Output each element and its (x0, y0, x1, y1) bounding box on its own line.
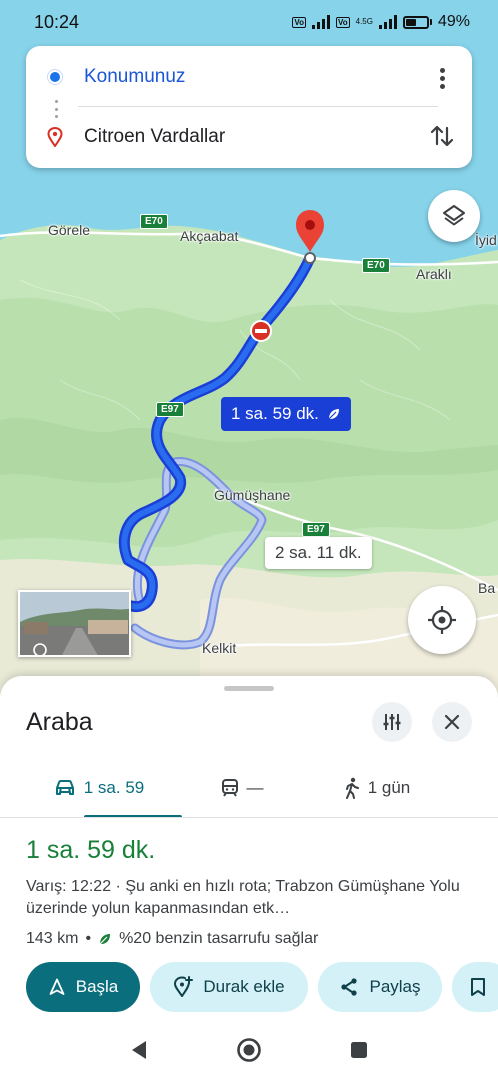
place-label[interactable]: İyid (475, 232, 497, 248)
car-icon (55, 780, 74, 795)
share-icon (341, 978, 358, 996)
place-label[interactable]: Görele (48, 222, 90, 238)
action-chips: Başla Durak ekle Paylaş (26, 962, 498, 1012)
alternate-route-label[interactable]: 2 sa. 11 dk. (265, 537, 372, 569)
back-button[interactable] (124, 1035, 154, 1065)
more-options-button[interactable] (430, 66, 454, 90)
back-triangle-icon (132, 1041, 146, 1059)
layers-button[interactable] (428, 190, 480, 242)
my-location-button[interactable] (408, 586, 476, 654)
street-view-thumbnail[interactable] (18, 590, 131, 657)
volte-icon: Vo (292, 16, 306, 28)
tab-walk-label: 1 gün (367, 778, 411, 797)
save-button[interactable] (452, 962, 498, 1012)
share-label: Paylaş (369, 977, 421, 996)
sheet-title: Araba (26, 708, 93, 736)
road-closure-icon (250, 320, 272, 342)
tab-drive-label: 1 sa. 59 (83, 778, 145, 797)
add-location-icon (174, 976, 194, 997)
train-icon (221, 779, 238, 797)
start-button[interactable]: Başla (26, 962, 140, 1012)
place-label[interactable]: Kelkit (202, 640, 236, 656)
home-button[interactable] (234, 1035, 264, 1065)
distance-row: 143 km • %20 benzin tasarrufu sağlar (26, 930, 318, 948)
directions-card: Konumunuz Citroen Vardallar (26, 46, 472, 168)
place-label[interactable]: Araklı (416, 266, 452, 282)
recents-square-icon (351, 1042, 367, 1058)
walking-icon (345, 777, 359, 799)
separator-dot: • (85, 930, 92, 947)
eco-leaf-icon (328, 409, 339, 420)
network-type: 4.5G (355, 17, 373, 26)
arrival-time: Varış: 12:22 (26, 878, 112, 895)
layers-icon (443, 205, 465, 226)
tabs-divider (0, 817, 498, 818)
home-circle-icon (237, 1038, 261, 1062)
tab-transit[interactable]: — (182, 758, 302, 818)
eco-leaf-icon (99, 934, 111, 945)
sheet-drag-handle[interactable] (224, 686, 274, 691)
battery-percent: 49% (437, 13, 470, 30)
travel-mode-tabs: 1 sa. 59 — 1 gün (0, 758, 498, 818)
status-bar: 10:24 Vo Vo 4.5G 49% (0, 0, 498, 44)
signal-icon (311, 15, 330, 29)
signal-icon (378, 15, 397, 29)
crosshair-icon (428, 606, 456, 634)
close-button[interactable] (432, 702, 472, 742)
tab-walk[interactable]: 1 gün (302, 758, 452, 818)
route-distance: 143 km (26, 930, 79, 947)
road-shield: E70 (362, 258, 390, 273)
close-icon (444, 714, 460, 730)
origin-text: Konumunuz (84, 66, 186, 87)
sliders-icon (383, 714, 401, 730)
add-stop-button[interactable]: Durak ekle (150, 962, 308, 1012)
status-time: 10:24 (34, 11, 80, 32)
road-shield: E70 (140, 214, 168, 229)
origin-field[interactable]: Konumunuz (26, 52, 426, 102)
fuel-savings: %20 benzin tasarrufu sağlar (119, 930, 319, 947)
primary-route-time: 1 sa. 59 dk. (231, 404, 319, 423)
swap-directions-button[interactable] (428, 122, 456, 150)
volte-icon: Vo (335, 16, 350, 28)
destination-pin-outline-icon (47, 127, 63, 147)
destination-text: Citroen Vardallar (84, 126, 226, 147)
road-shield: E97 (156, 402, 184, 417)
current-location-icon (48, 70, 62, 84)
status-icons: Vo Vo 4.5G 49% (292, 13, 470, 31)
tab-transit-label: — (246, 778, 264, 797)
system-nav-bar (0, 1020, 498, 1080)
primary-route-label[interactable]: 1 sa. 59 dk. (221, 397, 351, 431)
bookmark-icon (471, 978, 485, 996)
directions-divider (78, 106, 438, 107)
alternate-route-time: 2 sa. 11 dk. (275, 543, 362, 562)
route-options-button[interactable] (372, 702, 412, 742)
battery-icon (402, 15, 432, 29)
add-stop-label: Durak ekle (203, 977, 285, 996)
tab-drive[interactable]: 1 sa. 59 (0, 758, 182, 818)
place-label[interactable]: Akçaabat (180, 228, 238, 244)
swap-icon (430, 125, 454, 147)
route-eta: 1 sa. 59 dk. (26, 836, 156, 864)
route-description: Varış: 12:22 · Şu anki en hızlı rota; Tr… (26, 876, 476, 920)
start-button-label: Başla (75, 977, 119, 996)
share-button[interactable]: Paylaş (318, 962, 442, 1012)
place-label[interactable]: Ba (478, 580, 495, 596)
road-shield: E97 (302, 522, 330, 537)
navigation-arrow-icon (49, 978, 65, 995)
recents-button[interactable] (344, 1035, 374, 1065)
destination-field[interactable]: Citroen Vardallar (26, 112, 426, 162)
place-label[interactable]: Gümüşhane (214, 487, 290, 503)
